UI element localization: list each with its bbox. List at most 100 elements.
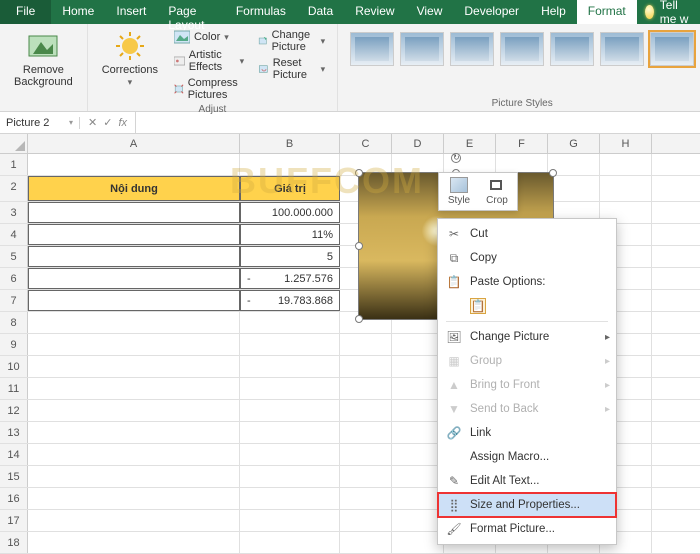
corrections-button[interactable]: Corrections xyxy=(96,28,164,102)
mini-crop-button[interactable]: Crop xyxy=(481,177,513,206)
tell-me-search[interactable]: Tell me w xyxy=(637,0,700,24)
menu-paste-option[interactable]: 📋 xyxy=(438,294,616,318)
reset-picture-button[interactable]: Reset Picture xyxy=(254,56,329,82)
name-box[interactable]: Picture 2 xyxy=(0,117,80,129)
row-header-17[interactable]: 17 xyxy=(0,510,28,531)
row-header-6[interactable]: 6 xyxy=(0,268,28,289)
cell-b4[interactable]: 11% xyxy=(240,224,340,245)
picture-style-7[interactable] xyxy=(650,32,694,66)
cell-b2[interactable]: Giá trị xyxy=(240,176,340,201)
row-header-4[interactable]: 4 xyxy=(0,224,28,245)
row-header-9[interactable]: 9 xyxy=(0,334,28,355)
menu-change-picture[interactable]: 🖼Change Picture xyxy=(438,325,616,349)
picture-style-2[interactable] xyxy=(400,32,444,66)
remove-background-button[interactable]: Remove Background xyxy=(8,28,79,90)
lightbulb-icon xyxy=(645,5,654,19)
tab-review[interactable]: Review xyxy=(344,0,405,24)
cell-b3[interactable]: 100.000.000 xyxy=(240,202,340,223)
tab-file[interactable]: File xyxy=(0,0,51,24)
menu-size-and-properties[interactable]: ⣿Size and Properties... xyxy=(438,493,616,517)
artistic-effects-button[interactable]: Artistic Effects xyxy=(170,48,248,74)
resize-handle-ne[interactable] xyxy=(549,169,557,177)
menu-edit-alt-text[interactable]: ✎Edit Alt Text... xyxy=(438,469,616,493)
menu-bring-to-front: ▲Bring to Front xyxy=(438,373,616,397)
resize-handle-sw[interactable] xyxy=(355,315,363,323)
bring-front-icon: ▲ xyxy=(446,377,462,393)
menu-group: ▦Group xyxy=(438,349,616,373)
cell-a6[interactable] xyxy=(28,268,240,289)
tab-home[interactable]: Home xyxy=(51,0,105,24)
tab-view[interactable]: View xyxy=(406,0,454,24)
tab-developer[interactable]: Developer xyxy=(453,0,530,24)
col-header-c[interactable]: C xyxy=(340,134,392,153)
cell-a3[interactable] xyxy=(28,202,240,223)
send-back-icon: ▼ xyxy=(446,401,462,417)
color-button[interactable]: Color xyxy=(170,28,248,46)
row-header-2[interactable]: 2 xyxy=(0,176,28,201)
color-icon xyxy=(174,29,190,45)
group-icon: ▦ xyxy=(446,353,462,369)
row-header-7[interactable]: 7 xyxy=(0,290,28,311)
resize-handle-w[interactable] xyxy=(355,242,363,250)
ribbon: Remove Background Corrections Color Arti… xyxy=(0,24,700,112)
row-header-1[interactable]: 1 xyxy=(0,154,28,175)
formula-input[interactable] xyxy=(135,112,700,133)
cell-a7[interactable] xyxy=(28,290,240,311)
change-picture-button[interactable]: Change Picture xyxy=(254,28,329,54)
menu-send-to-back: ▼Send to Back xyxy=(438,397,616,421)
col-header-f[interactable]: F xyxy=(496,134,548,153)
tab-formulas[interactable]: Formulas xyxy=(225,0,297,24)
picture-style-4[interactable] xyxy=(500,32,544,66)
row-header-5[interactable]: 5 xyxy=(0,246,28,267)
cell-b6[interactable]: -1.257.576 xyxy=(240,268,340,289)
cell-a5[interactable] xyxy=(28,246,240,267)
picture-style-3[interactable] xyxy=(450,32,494,66)
col-header-g[interactable]: G xyxy=(548,134,600,153)
cell-b7[interactable]: -19.783.868 xyxy=(240,290,340,311)
row-header-11[interactable]: 11 xyxy=(0,378,28,399)
select-all-corner[interactable] xyxy=(0,134,28,153)
tell-me-label: Tell me w xyxy=(660,0,692,26)
formula-confirm-icon[interactable]: ✓ xyxy=(103,116,112,129)
resize-handle-nw[interactable] xyxy=(355,169,363,177)
picture-style-6[interactable] xyxy=(600,32,644,66)
row-header-8[interactable]: 8 xyxy=(0,312,28,333)
menu-assign-macro[interactable]: Assign Macro... xyxy=(438,445,616,469)
row-header-15[interactable]: 15 xyxy=(0,466,28,487)
menu-link[interactable]: 🔗Link xyxy=(438,421,616,445)
fx-icon[interactable]: fx xyxy=(118,117,127,129)
row-header-3[interactable]: 3 xyxy=(0,202,28,223)
menu-format-picture[interactable]: 🖌Format Picture... xyxy=(438,517,616,541)
cell-a2[interactable]: Nội dung xyxy=(28,176,240,201)
col-header-a[interactable]: A xyxy=(28,134,240,153)
ribbon-group-remove-bg: Remove Background xyxy=(0,24,88,111)
col-header-h[interactable]: H xyxy=(600,134,652,153)
col-header-b[interactable]: B xyxy=(240,134,340,153)
picture-style-1[interactable] xyxy=(350,32,394,66)
row-header-10[interactable]: 10 xyxy=(0,356,28,377)
row-header-18[interactable]: 18 xyxy=(0,532,28,553)
tab-page-layout[interactable]: Page Layout xyxy=(157,0,224,24)
menu-copy[interactable]: ⧉Copy xyxy=(438,246,616,270)
tab-help[interactable]: Help xyxy=(530,0,577,24)
row-header-14[interactable]: 14 xyxy=(0,444,28,465)
tab-data[interactable]: Data xyxy=(297,0,344,24)
cell-a4[interactable] xyxy=(28,224,240,245)
formula-cancel-icon[interactable]: ✕ xyxy=(88,116,97,129)
menu-cut[interactable]: ✂Cut xyxy=(438,222,616,246)
row-header-13[interactable]: 13 xyxy=(0,422,28,443)
picture-style-5[interactable] xyxy=(550,32,594,66)
mini-style-button[interactable]: Style xyxy=(443,177,475,206)
rotation-handle[interactable] xyxy=(451,153,461,163)
row-header-12[interactable]: 12 xyxy=(0,400,28,421)
cell-b5[interactable]: 5 xyxy=(240,246,340,267)
col-header-e[interactable]: E xyxy=(444,134,496,153)
col-header-d[interactable]: D xyxy=(392,134,444,153)
picture-styles-gallery[interactable] xyxy=(346,28,698,70)
corrections-label: Corrections xyxy=(102,64,158,88)
menu-separator xyxy=(446,321,608,322)
tab-format[interactable]: Format xyxy=(577,0,637,24)
compress-pictures-button[interactable]: Compress Pictures xyxy=(170,76,248,102)
tab-insert[interactable]: Insert xyxy=(105,0,157,24)
row-header-16[interactable]: 16 xyxy=(0,488,28,509)
